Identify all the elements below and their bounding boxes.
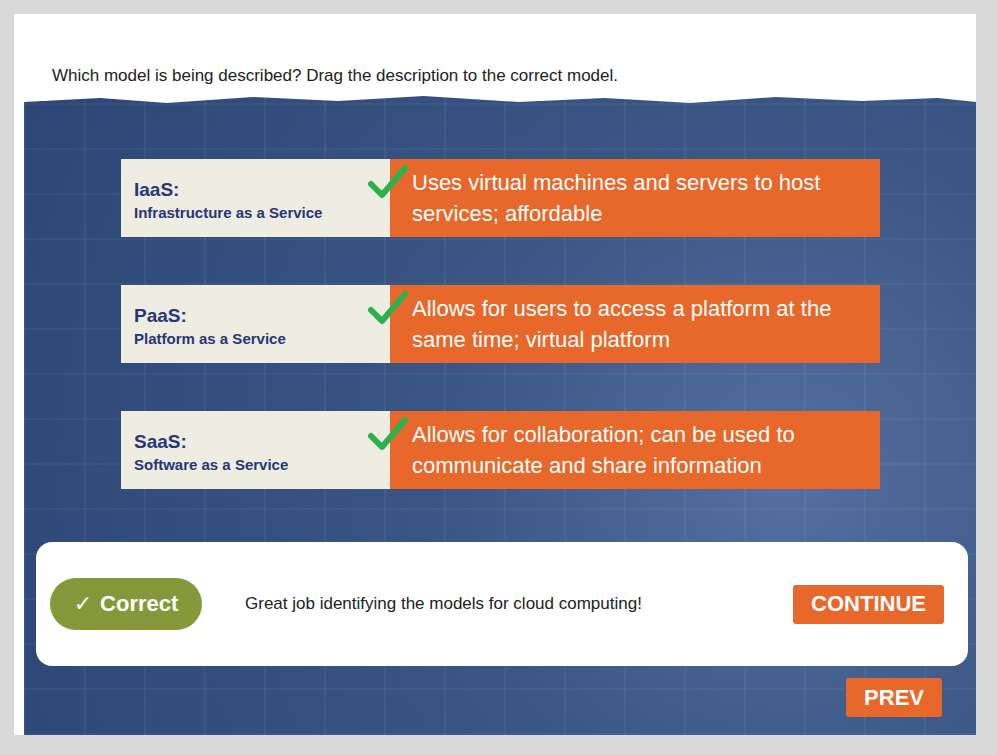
- activity-stage: IaaS: Infrastructure as a Service Uses vir…: [24, 96, 976, 735]
- question-text: Which model is being described? Drag the…: [24, 14, 976, 96]
- model-acronym: IaaS:: [134, 179, 380, 201]
- description-text: Allows for collaboration; can be used to…: [412, 419, 870, 481]
- match-list: IaaS: Infrastructure as a Service Uses vir…: [121, 159, 880, 489]
- description-card[interactable]: Allows for collaboration; can be used to…: [390, 411, 880, 489]
- check-icon: [368, 291, 408, 325]
- badge-label: Correct: [100, 591, 178, 617]
- match-row: IaaS: Infrastructure as a Service Uses vir…: [121, 159, 880, 237]
- check-icon: [368, 417, 408, 451]
- check-icon: ✓: [74, 591, 92, 617]
- model-name: Infrastructure as a Service: [134, 204, 380, 221]
- feedback-panel: ✓ Correct Great job identifying the models…: [36, 542, 968, 666]
- correct-badge: ✓ Correct: [50, 578, 202, 630]
- match-row: SaaS: Software as a Service Allows for col…: [121, 411, 880, 489]
- model-label: SaaS: Software as a Service: [121, 411, 390, 489]
- model-name: Platform as a Service: [134, 330, 380, 347]
- description-card[interactable]: Uses virtual machines and servers to hos…: [390, 159, 880, 237]
- model-name: Software as a Service: [134, 456, 380, 473]
- check-icon: [368, 165, 408, 199]
- continue-button[interactable]: CONTINUE: [793, 585, 944, 624]
- model-label: IaaS: Infrastructure as a Service: [121, 159, 390, 237]
- model-acronym: SaaS:: [134, 431, 380, 453]
- description-text: Allows for users to access a platform at…: [412, 293, 870, 355]
- nav-bar: PREV: [24, 678, 942, 717]
- prev-button[interactable]: PREV: [846, 678, 942, 717]
- model-acronym: PaaS:: [134, 305, 380, 327]
- description-text: Uses virtual machines and servers to hos…: [412, 167, 870, 229]
- match-row: PaaS: Platform as a Service Allows for use…: [121, 285, 880, 363]
- model-label: PaaS: Platform as a Service: [121, 285, 390, 363]
- feedback-message: Great job identifying the models for clo…: [245, 594, 793, 614]
- description-card[interactable]: Allows for users to access a platform at…: [390, 285, 880, 363]
